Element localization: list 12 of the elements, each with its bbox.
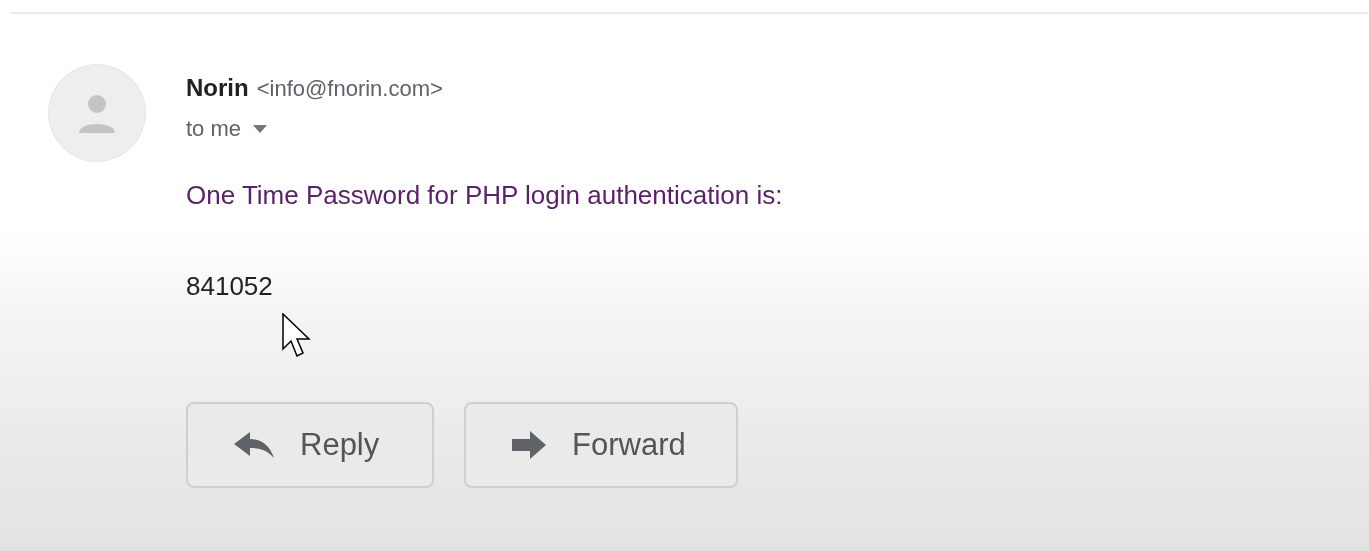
forward-button[interactable]: Forward [464,402,738,488]
sender-email: <info@fnorin.com> [256,76,443,102]
otp-code: 841052 [186,271,273,302]
reply-button[interactable]: Reply [186,402,434,488]
person-icon [77,93,117,133]
caret-icon [253,125,268,133]
sender-name: Norin [186,74,249,102]
message-text: One Time Password for PHP login authentication is: [186,180,783,211]
recipient-dropdown[interactable]: to me [186,116,268,142]
reply-icon [234,430,274,460]
cursor-icon [282,313,312,359]
forward-icon [512,430,546,460]
